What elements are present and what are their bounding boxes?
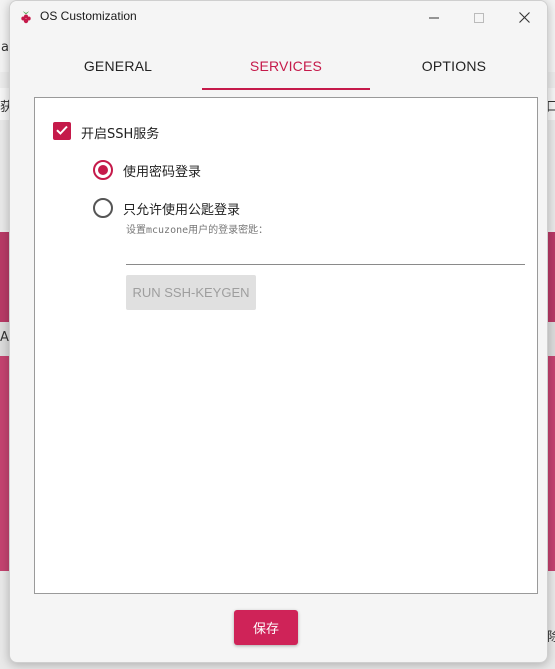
maximize-icon xyxy=(474,8,484,27)
ssh-enable-checkbox[interactable] xyxy=(53,122,71,140)
save-button[interactable]: 保存 xyxy=(234,610,298,645)
background-text-fragment: 除 xyxy=(547,630,555,645)
tab-services[interactable]: SERVICES xyxy=(202,41,370,91)
checkmark-icon xyxy=(55,122,69,141)
pubkey-auth-radio[interactable] xyxy=(93,198,113,218)
minimize-button[interactable] xyxy=(411,1,457,33)
active-tab-indicator xyxy=(202,88,370,90)
background-text-fragment: A xyxy=(0,330,9,345)
tab-bar: GENERAL SERVICES OPTIONS xyxy=(34,41,538,91)
run-ssh-keygen-button[interactable]: RUN SSH-KEYGEN xyxy=(126,275,256,310)
pubkey-hint: 设置mcuzone用户的登录密匙： xyxy=(126,225,269,236)
close-icon xyxy=(518,8,530,27)
os-customization-dialog: OS Customization GENERAL SERVICES OPTION… xyxy=(9,0,548,663)
pubkey-input[interactable] xyxy=(126,240,525,265)
title-bar[interactable]: OS Customization xyxy=(10,1,547,33)
password-auth-label[interactable]: 使用密码登录 xyxy=(123,161,201,180)
close-button[interactable] xyxy=(501,1,547,33)
maximize-button[interactable] xyxy=(456,1,502,33)
password-auth-radio[interactable] xyxy=(93,160,113,180)
tab-options[interactable]: OPTIONS xyxy=(370,41,538,91)
pubkey-auth-label[interactable]: 只允许使用公匙登录 xyxy=(123,199,240,218)
services-panel: 开启SSH服务 使用密码登录 只允许使用公匙登录 设置mcuzone用户的登录密… xyxy=(34,97,538,594)
background-text-fragment: a xyxy=(1,40,9,55)
tab-general[interactable]: GENERAL xyxy=(34,41,202,91)
window-title: OS Customization xyxy=(40,9,137,23)
raspberry-pi-icon xyxy=(18,9,34,25)
minimize-icon xyxy=(429,8,439,27)
ssh-enable-label[interactable]: 开启SSH服务 xyxy=(81,123,159,142)
